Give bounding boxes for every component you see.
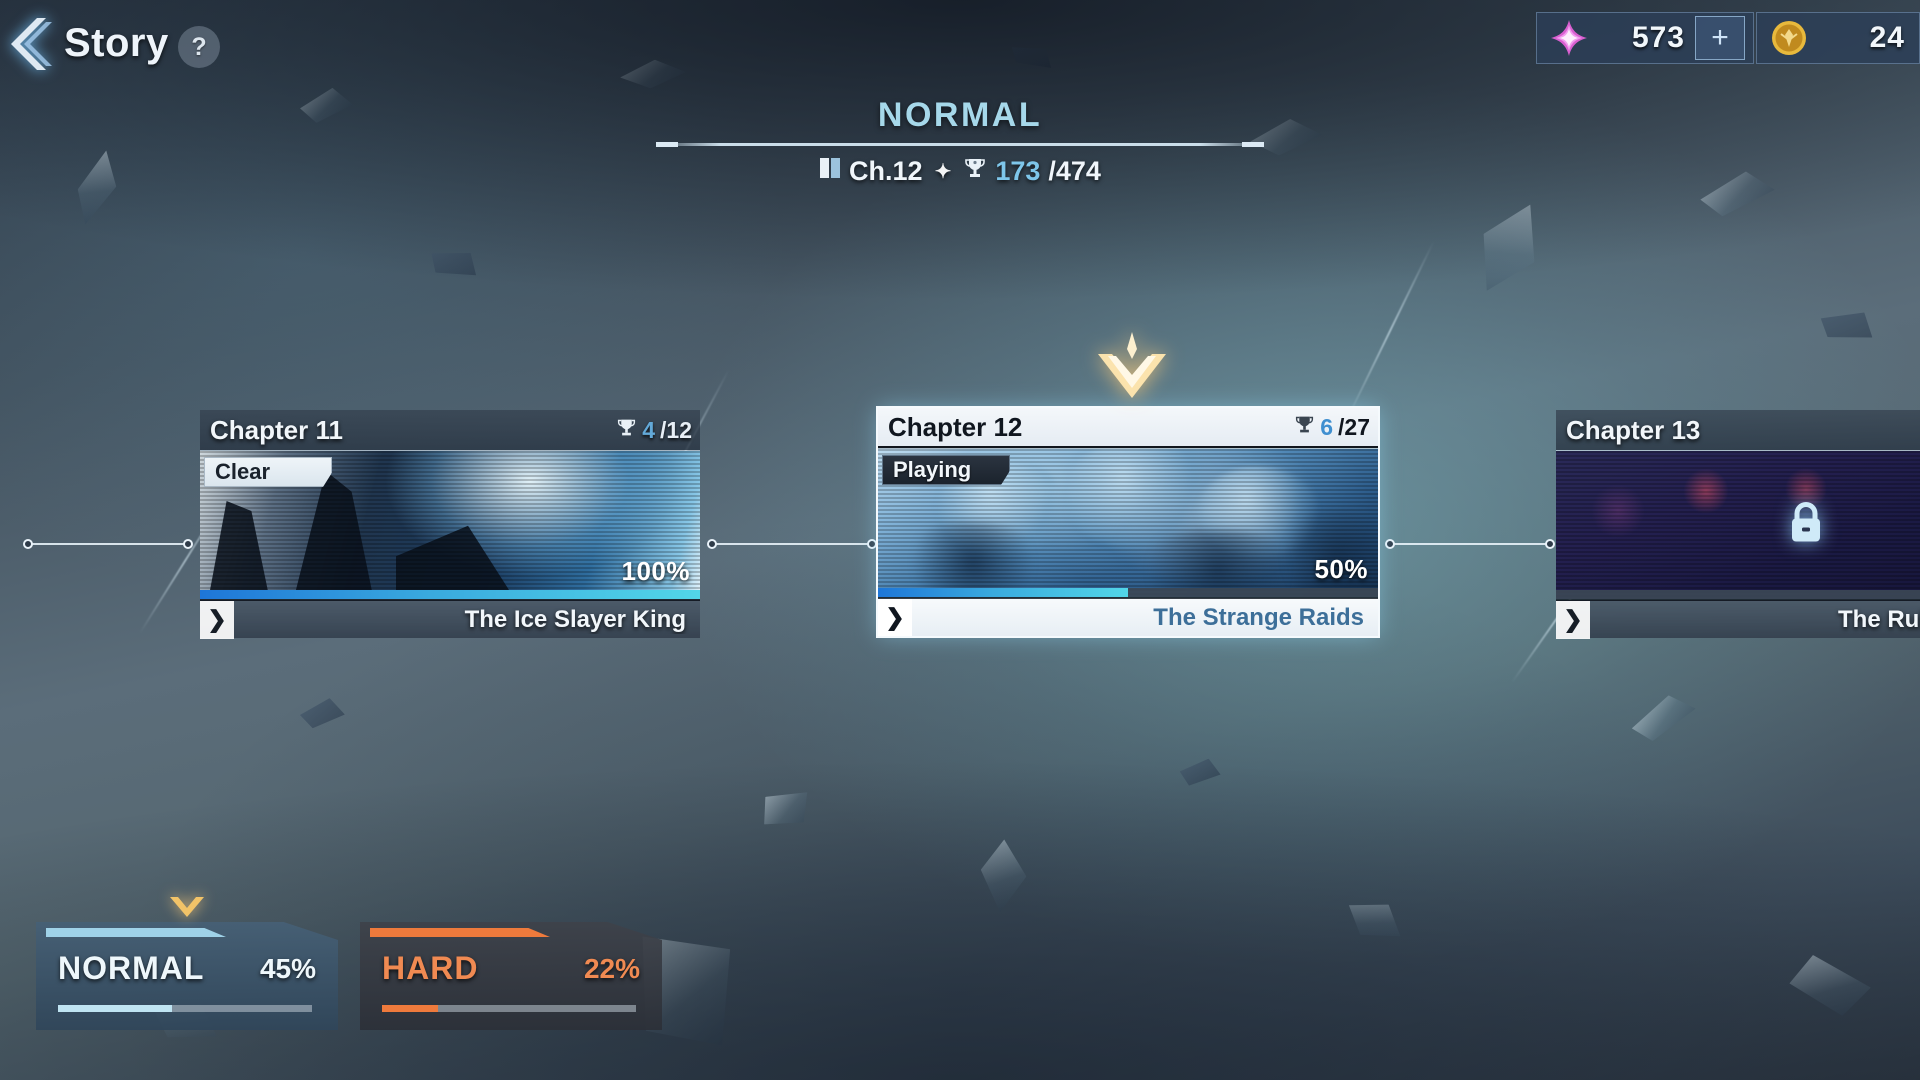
connector-node [1545,539,1555,549]
currency-chip-gem[interactable]: 573 + [1536,12,1754,64]
difficulty-tab-label: HARD [382,950,479,986]
connector-node [23,539,33,549]
difficulty-progress-bar [382,1005,636,1012]
gem-star-icon [1547,16,1591,60]
current-chapter-marker-icon [1094,332,1170,407]
chapter-trophy-count: 4/12 [616,417,692,444]
chevron-down-marker-icon [168,895,206,924]
tab-accent-bar [370,928,550,937]
chapter-header: Chapter 12 6/27 [878,408,1378,448]
tab-accent-bar [46,928,226,937]
difficulty-tab-hard[interactable]: HARD 22% [360,922,662,1030]
chapter-status-badge: Playing [882,455,1010,485]
tab-row: HARD 22% [382,950,640,987]
chapter-connector [1385,539,1555,549]
connector-node [867,539,877,549]
story-screen: Story ? 573 + 24 NORMAL Ch.12 ✦ 173 /474… [0,0,1920,1080]
chapter-trophy-current: 6 [1320,413,1334,440]
connector-node [1385,539,1395,549]
chapter-connector [23,539,193,549]
chapter-thumbnail: Clear 100% [200,450,700,600]
chapter-trophy-total: /27 [1338,413,1370,440]
chapter-art [1556,451,1920,599]
top-bar: Story ? 573 + 24 [0,0,1920,96]
chapter-progress-bar [878,588,1378,597]
chapter-stat: Ch.12 [819,156,923,187]
chapter-progress-pct: 50% [1314,554,1368,584]
chapter-thumbnail: Playing 50% [878,448,1378,598]
difficulty-tab-pct: 22% [583,952,640,984]
chapter-thumbnail [1556,450,1920,600]
chapter-progress-fill [878,588,1128,597]
chapter-trophy-current: 4 [642,416,656,443]
chapter-progress-bar [1556,590,1920,599]
chapter-name: Chapter 13 [1566,414,1701,445]
chapter-title: The Ruler of the L [1838,605,1920,633]
currency-bar: 573 + 24 [1534,12,1920,64]
difficulty-header: NORMAL Ch.12 ✦ 173 /474 [0,96,1920,187]
sparkle-icon: ✦ [934,161,952,183]
difficulty-stats: Ch.12 ✦ 173/474 [0,156,1920,187]
chapter-status-badge: Clear [204,457,332,487]
header-divider [656,142,1264,147]
trophy-icon [1294,414,1315,441]
difficulty-progress-fill [58,1005,173,1012]
chapter-title: The Ice Slayer King [464,605,686,633]
chapter-card-13[interactable]: Chapter 13 ❯ The Ruler of the L [1556,410,1920,639]
chapter-title: The Strange Raids [1153,603,1364,631]
book-icon [819,156,841,187]
connector-node [183,539,193,549]
chapter-connector [707,539,877,549]
page-title: Story [64,21,169,65]
chapter-header: Chapter 11 4/12 [200,410,700,450]
chapter-card-12[interactable]: Chapter 12 6/27 Playing 50% ❯ The Strang… [878,408,1378,637]
trophy-total: /474 [1048,156,1101,186]
chapter-header: Chapter 13 [1556,410,1920,450]
difficulty-name: NORMAL [877,96,1043,134]
trophy-icon [963,156,987,187]
trophy-stat: 173/474 [963,156,1101,187]
help-button[interactable]: ? [178,26,220,68]
difficulty-tabs: NORMAL 45% HARD 22% [36,922,662,1030]
difficulty-progress-bar [58,1005,312,1012]
lock-icon [1786,500,1826,551]
gem-amount: 573 [1631,21,1685,54]
tab-row: NORMAL 45% [58,950,316,987]
chapter-progress-fill [200,590,700,599]
chevron-right-icon: ❯ [1556,600,1590,639]
difficulty-tab-pct: 45% [259,952,316,984]
add-gem-button[interactable]: + [1695,16,1745,60]
chevron-right-icon: ❯ [200,600,234,639]
chapter-footer[interactable]: ❯ The Ruler of the L [1556,600,1920,639]
trophy-current: 173 [995,156,1041,186]
chapter-footer[interactable]: ❯ The Strange Raids [878,598,1378,637]
currency-chip-gold[interactable]: 24 [1756,12,1920,64]
chapter-card-11[interactable]: Chapter 11 4/12 Clear 100% ❯ The Ice Sla… [200,410,700,639]
chapter-name: Chapter 12 [888,411,1023,442]
connector-node [707,539,717,549]
back-button[interactable] [6,14,58,74]
chapter-progress-bar [200,590,700,599]
chevron-right-icon: ❯ [878,598,912,637]
chapter-trophy-total: /12 [660,416,692,443]
chapter-label: Ch.12 [849,156,923,186]
difficulty-tab-label: NORMAL [58,950,205,986]
chapter-progress-pct: 100% [621,556,690,586]
trophy-icon [616,417,637,444]
difficulty-tab-normal[interactable]: NORMAL 45% [36,922,338,1030]
chapter-footer[interactable]: ❯ The Ice Slayer King [200,600,700,639]
chapter-trophy-count: 6/27 [1294,414,1370,441]
chapter-name: Chapter 11 [210,414,343,445]
difficulty-progress-fill [382,1005,438,1012]
gold-coin-icon [1767,16,1811,60]
gold-amount: 24 [1869,21,1905,54]
